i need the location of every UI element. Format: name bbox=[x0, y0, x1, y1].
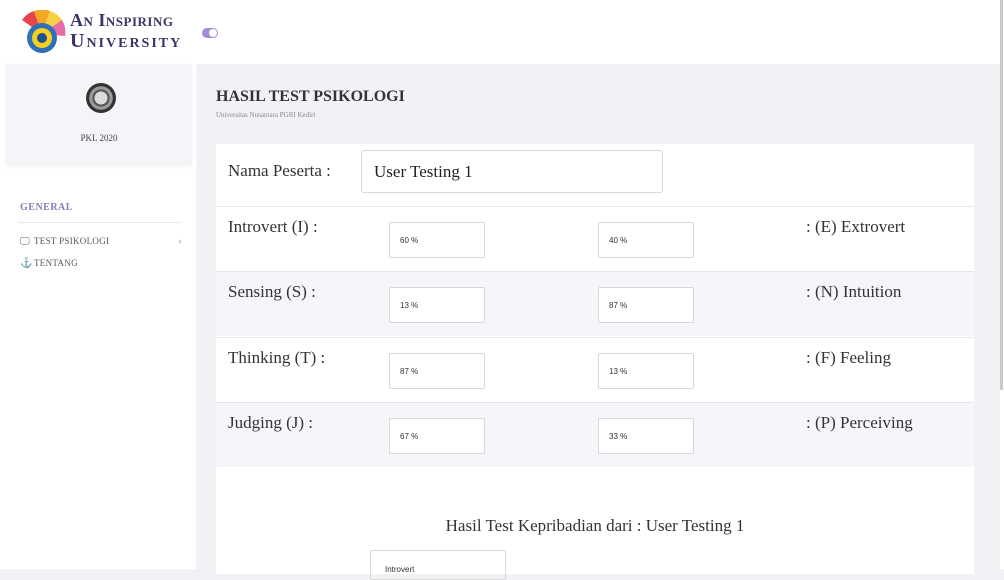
dimension-right-value-field[interactable]: 33 % bbox=[598, 418, 694, 454]
nav-divider bbox=[18, 222, 181, 223]
dimension-left-value-field[interactable]: 87 % bbox=[389, 353, 485, 389]
sidebar-item-label: TEST PSIKOLOGI bbox=[34, 236, 110, 246]
dimension-right-label: : (N) Intuition bbox=[806, 282, 902, 301]
result-title: Hasil Test Kepribadian dari : User Testi… bbox=[445, 516, 745, 535]
page-title: HASIL TEST PSIKOLOGI bbox=[216, 88, 405, 105]
sidebar-item-tentang[interactable]: ⚓TENTANG bbox=[20, 258, 182, 274]
sidebar: PKL 2020 GENERAL 🖵 TEST PSIKOLOGI › ⚓TENT… bbox=[0, 64, 196, 569]
university-logo[interactable]: An Inspiring University bbox=[14, 6, 204, 58]
participant-name-field[interactable]: User Testing 1 bbox=[361, 150, 663, 193]
nav-section-general: GENERAL bbox=[20, 202, 73, 213]
brand-line-2: University bbox=[70, 30, 183, 52]
university-seal-icon bbox=[22, 10, 66, 53]
dimension-left-value-field[interactable]: 60 % bbox=[389, 222, 485, 258]
main-content: HASIL TEST PSIKOLOGI Universitas Nusanta… bbox=[196, 64, 1000, 580]
dimension-left-label: Thinking (T) : bbox=[228, 348, 326, 367]
monitor-icon: 🖵 bbox=[20, 236, 30, 247]
brand-line-1: An Inspiring bbox=[70, 10, 174, 30]
result-card: Nama Peserta : User Testing 1 Introvert … bbox=[216, 144, 974, 580]
avatar[interactable] bbox=[86, 83, 116, 113]
dimension-left-value-field[interactable]: 67 % bbox=[389, 418, 485, 454]
dimension-left-value-field[interactable]: 13 % bbox=[389, 287, 485, 323]
dimension-right-value-field[interactable]: 13 % bbox=[598, 353, 694, 389]
dimension-row-jp: Judging (J) : 67 % 33 % : (P) Perceiving bbox=[216, 402, 974, 467]
dimension-row-ie: Introvert (I) : 60 % 40 % : (E) Extrover… bbox=[216, 206, 974, 271]
dimension-right-value-field[interactable]: 40 % bbox=[598, 222, 694, 258]
profile-name: PKL 2020 bbox=[80, 133, 118, 143]
top-bar: An Inspiring University bbox=[0, 0, 1004, 64]
dimension-right-label: : (F) Feeling bbox=[806, 348, 891, 367]
page-subtitle: Universitas Nusantara PGRI Kediri bbox=[216, 111, 316, 119]
dimension-row-sn: Sensing (S) : 13 % 87 % : (N) Intuition bbox=[216, 271, 974, 336]
dimension-left-label: Sensing (S) : bbox=[228, 282, 316, 301]
chevron-right-icon: › bbox=[178, 236, 182, 247]
sidebar-item-label: TENTANG bbox=[34, 258, 78, 268]
sidebar-item-test-psikologi[interactable]: 🖵 TEST PSIKOLOGI › bbox=[20, 236, 182, 252]
dimension-right-label: : (P) Perceiving bbox=[806, 413, 913, 432]
result-type-field[interactable]: Introvert bbox=[370, 550, 506, 580]
dimension-right-label: : (E) Extrovert bbox=[806, 217, 906, 236]
dimension-right-value-field[interactable]: 87 % bbox=[598, 287, 694, 323]
profile-card: PKL 2020 bbox=[6, 64, 192, 164]
page-scrollbar[interactable] bbox=[1000, 0, 1004, 569]
dimension-row-tf: Thinking (T) : 87 % 13 % : (F) Feeling bbox=[216, 337, 974, 402]
participant-label: Nama Peserta : bbox=[228, 161, 331, 180]
sidebar-toggle[interactable] bbox=[202, 28, 218, 38]
dimension-left-label: Judging (J) : bbox=[228, 413, 313, 432]
anchor-icon: ⚓ bbox=[20, 258, 33, 269]
scrollbar-thumb[interactable] bbox=[1000, 0, 1003, 390]
dimension-left-label: Introvert (I) : bbox=[228, 217, 318, 236]
